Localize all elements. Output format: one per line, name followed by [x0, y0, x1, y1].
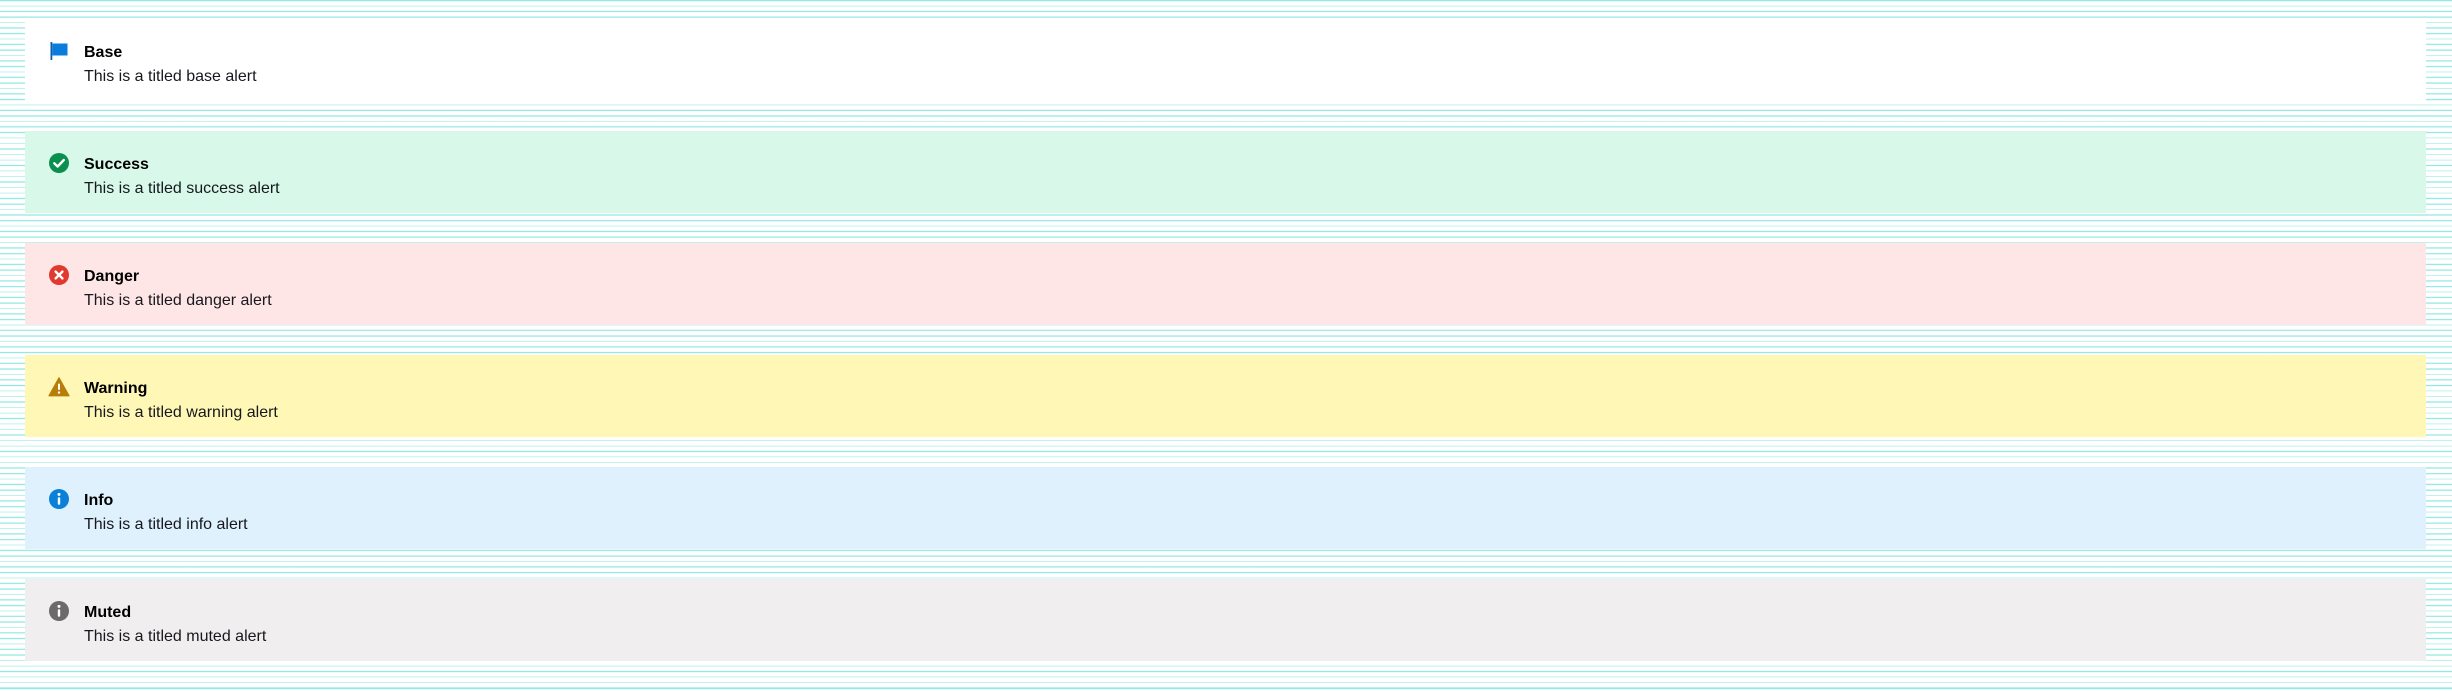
alert-title: Success — [84, 156, 149, 173]
alert-title: Warning — [84, 380, 148, 397]
alert-stack: Base This is a titled base alert Success… — [25, 19, 2426, 691]
info-circle-icon — [48, 600, 70, 622]
alert-message: This is a titled info alert — [84, 516, 248, 533]
alert-message: This is a titled success alert — [84, 180, 280, 197]
info-circle-icon — [48, 488, 70, 510]
alert-danger: Danger This is a titled danger alert — [25, 243, 2426, 325]
warning-triangle-icon — [48, 376, 70, 398]
alert-title: Muted — [84, 604, 132, 621]
flag-icon — [48, 40, 70, 62]
alert-title: Danger — [84, 268, 140, 285]
alert-warning: Warning This is a titled warning alert — [25, 355, 2426, 437]
alert-base: Base This is a titled base alert — [25, 19, 2426, 101]
x-circle-icon — [48, 264, 70, 286]
alert-info: Info This is a titled info alert — [25, 467, 2426, 549]
alert-title: Info — [84, 492, 114, 509]
alert-message: This is a titled muted alert — [84, 628, 267, 645]
alert-success: Success This is a titled success alert — [25, 131, 2426, 213]
alert-message: This is a titled warning alert — [84, 404, 278, 421]
alert-message: This is a titled danger alert — [84, 292, 272, 309]
alert-title: Base — [84, 44, 123, 61]
alert-message: This is a titled base alert — [84, 68, 257, 85]
alert-muted: Muted This is a titled muted alert — [25, 579, 2426, 661]
check-circle-icon — [48, 152, 70, 174]
